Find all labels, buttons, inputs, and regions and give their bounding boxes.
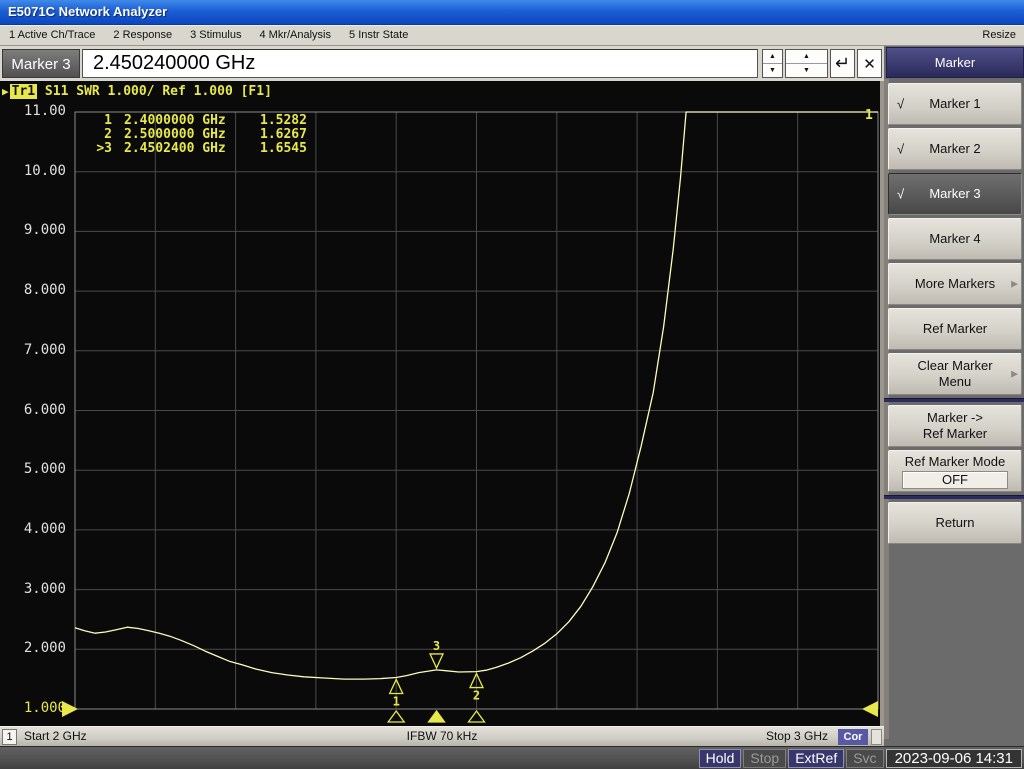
check-icon: √: [897, 96, 905, 112]
menu-item-1-active-ch-trace[interactable]: 1 Active Ch/Trace: [0, 26, 104, 45]
softkey-ref-marker[interactable]: Ref Marker: [888, 308, 1022, 350]
status-bar-end-box: [871, 729, 882, 745]
marker-stimulus-triangle: [386, 709, 406, 723]
menu-item-3-stimulus[interactable]: 3 Stimulus: [181, 26, 250, 45]
softkey-sidebar: Marker √ Marker 1 √ Marker 2 √ Marker 3 Marker…: [884, 46, 1024, 746]
taskbar-badge-svc[interactable]: Svc: [846, 749, 884, 768]
entry-enter-button[interactable]: ↵: [830, 49, 855, 78]
softkey-label: Ref Marker: [922, 321, 988, 336]
start-frequency-label: Start 2 GHz: [24, 729, 87, 743]
softkey-label: Marker -> Ref Marker: [922, 410, 988, 441]
softkey-value: OFF: [902, 470, 1008, 489]
softkey-label: Marker 1: [929, 96, 981, 111]
plot-area: ▶ Tr1 S11 SWR 1.000/ Ref 1.000 [F1] 11.00…: [0, 81, 884, 726]
window-title-bar: E5071C Network Analyzer: [0, 0, 1024, 25]
softkey-marker-3[interactable]: √ Marker 3: [888, 173, 1022, 215]
marker-number-label: 1: [393, 694, 400, 708]
marker-frequency-input[interactable]: 2.450240000 GHz: [82, 49, 758, 78]
softkey-label: Marker 2: [929, 141, 981, 156]
taskbar-badge-stop[interactable]: Stop: [743, 749, 787, 768]
reference-level-indicator-right: [862, 701, 878, 717]
taskbar-badge-hold[interactable]: Hold: [698, 749, 742, 768]
softkey-label: Clear Marker Menu: [917, 358, 993, 389]
softkey-clear-marker-menu[interactable]: Clear Marker Menu ▶: [888, 353, 1022, 395]
ifbw-label: IFBW 70 kHz: [406, 729, 478, 743]
marker-entry-bar: Marker 3 2.450240000 GHz ▲ ▼ ▲ ▼ ↵ ✕: [0, 46, 884, 81]
softkey-marker-4[interactable]: Marker 4: [888, 218, 1022, 260]
menu-bar: 1 Active Ch/Trace 2 Response 3 Stimulus 4 M…: [0, 25, 1024, 46]
softkey-separator: [884, 398, 1024, 402]
softkey-return[interactable]: Return: [888, 502, 1022, 544]
check-icon: √: [897, 141, 905, 157]
softkey-marker-2[interactable]: √ Marker 2: [888, 128, 1022, 170]
softkey-ref-marker-mode[interactable]: Ref Marker Mode OFF: [888, 450, 1022, 492]
window-title: E5071C Network Analyzer: [8, 4, 168, 19]
softkey-label: Marker 3: [929, 186, 981, 201]
entry-close-button[interactable]: ✕: [857, 49, 882, 78]
softkey-stack: √ Marker 1 √ Marker 2 √ Marker 3 Marker 4 More …: [884, 83, 1024, 547]
channel-number-box: 1: [2, 729, 17, 745]
menu-item-2-response[interactable]: 2 Response: [104, 26, 181, 45]
menu-item-5-instr-state[interactable]: 5 Instr State: [340, 26, 417, 45]
softkey-separator: [884, 495, 1024, 499]
active-marker-stimulus-triangle: [427, 709, 446, 723]
marker-number-label: 2: [473, 689, 480, 703]
menu-items: 1 Active Ch/Trace 2 Response 3 Stimulus 4 M…: [0, 29, 417, 41]
fine-stepper: ▲ ▼: [762, 49, 783, 78]
softkey-marker-1[interactable]: √ Marker 1: [888, 83, 1022, 125]
taskbar-status-group: Hold Stop ExtRef Svc 2023-09-06 14:31: [698, 749, 1022, 768]
softkey-label: Return: [935, 515, 975, 530]
marker-stimulus-triangle: [467, 709, 486, 723]
enter-icon: ↵: [834, 53, 851, 73]
close-icon: ✕: [863, 56, 876, 73]
entry-parameter-label: Marker 3: [2, 49, 80, 78]
submenu-arrow-icon: ▶: [1011, 368, 1018, 379]
softkey-menu-title: Marker: [886, 47, 1024, 78]
instrument-taskbar: Hold Stop ExtRef Svc 2023-09-06 14:31: [0, 746, 1024, 769]
check-icon: √: [897, 186, 905, 202]
coarse-stepper: ▲ ▼: [785, 49, 828, 78]
submenu-arrow-icon: ▶: [1011, 278, 1018, 289]
reference-level-indicator-left: [62, 701, 78, 717]
swr-trace-plot: 1 1 2 3: [62, 108, 879, 723]
channel-status-bar: 1 Start 2 GHz IFBW 70 kHz Stop 3 GHz Cor: [0, 726, 884, 746]
taskbar-datetime: 2023-09-06 14:31: [885, 749, 1022, 768]
marker-symbol: [429, 653, 445, 670]
softkey-label: More Markers: [914, 276, 996, 291]
taskbar-badge-extref[interactable]: ExtRef: [788, 749, 845, 768]
softkey-marker-ref-marker[interactable]: Marker -> Ref Marker: [888, 405, 1022, 447]
menu-item-4-mkr-analysis[interactable]: 4 Mkr/Analysis: [250, 26, 340, 45]
softkey-more-markers[interactable]: More Markers ▶: [888, 263, 1022, 305]
stop-frequency-label: Stop 3 GHz: [765, 729, 828, 743]
marker-number-label: 3: [433, 639, 440, 653]
spin-up-icon[interactable]: ▲: [786, 50, 827, 64]
softkey-label: Ref Marker Mode OFF: [902, 454, 1008, 489]
spin-up-icon[interactable]: ▲: [763, 50, 782, 64]
resize-control[interactable]: Resize: [982, 26, 1016, 45]
spin-down-icon[interactable]: ▼: [786, 64, 827, 77]
correction-status-badge: Cor: [838, 729, 868, 745]
spin-down-icon[interactable]: ▼: [763, 64, 782, 77]
trace-end-number: 1: [865, 108, 873, 123]
softkey-label: Marker 4: [929, 231, 981, 246]
